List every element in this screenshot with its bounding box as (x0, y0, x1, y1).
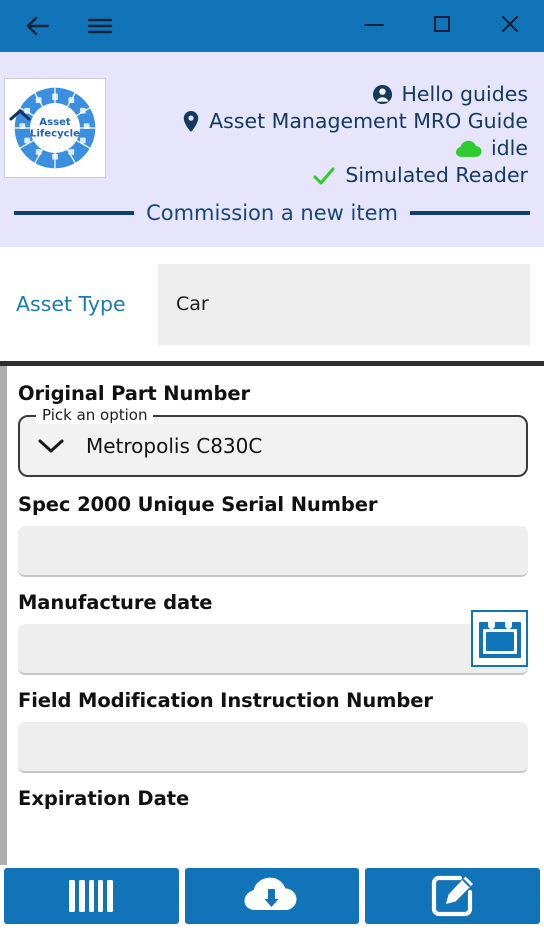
back-button[interactable] (12, 4, 64, 48)
header-location-text: Asset Management MRO Guide (209, 109, 528, 133)
field-label: Expiration Date (18, 787, 190, 810)
edit-square-icon (430, 874, 476, 918)
header-status-line: idle (455, 136, 528, 161)
field-modification-instruction-number: Field Modification Instruction Number (18, 689, 528, 773)
section-rule-left (14, 211, 135, 215)
window-controls (340, 0, 544, 52)
calendar-icon (477, 616, 523, 662)
field-label: Original Part Number (18, 382, 251, 405)
user-account-icon (372, 84, 393, 105)
hamburger-menu-icon (86, 15, 114, 37)
titlebar-left-controls (0, 4, 126, 48)
maximize-button[interactable] (408, 0, 476, 52)
header-status-text: idle (490, 136, 528, 160)
field-original-part-number: Original Part Number Pick an option Metr… (18, 382, 528, 477)
app-header: Asset Lifecycle Hello guides Asset Manag… (0, 52, 544, 247)
form-scrollbar[interactable] (0, 366, 7, 865)
close-button[interactable] (476, 0, 544, 52)
barcode-icon (63, 877, 119, 915)
logo-line2: Lifecycle (30, 129, 80, 140)
barcode-scan-button[interactable] (4, 868, 179, 924)
form-scrollbar-thumb[interactable] (0, 366, 7, 865)
maximize-icon (432, 14, 452, 38)
close-icon (499, 13, 521, 39)
header-location-line: Asset Management MRO Guide (182, 109, 528, 134)
map-pin-icon (182, 110, 200, 133)
header-row: Asset Lifecycle Hello guides Asset Manag… (0, 52, 544, 212)
header-reader-text: Simulated Reader (345, 163, 528, 187)
arrow-left-icon (25, 15, 51, 37)
field-label: Field Modification Instruction Number (18, 689, 433, 712)
asset-type-row: Asset Type Car (0, 247, 544, 366)
asset-lifecycle-logo: Asset Lifecycle (4, 78, 106, 178)
check-icon (312, 166, 336, 186)
field-manufacture-date: Manufacture date (18, 591, 528, 675)
field-expiration-date: Expiration Date (18, 787, 528, 810)
section-title-bar: Commission a new item (0, 201, 544, 225)
asset-type-value[interactable]: Car (158, 263, 530, 345)
window-titlebar (0, 0, 544, 52)
select-legend: Pick an option (36, 406, 154, 424)
app-window: Asset Lifecycle Hello guides Asset Manag… (0, 0, 544, 931)
form-scroll-area: Original Part Number Pick an option Metr… (0, 366, 544, 865)
cloud-download-button[interactable] (184, 868, 360, 924)
select-value: Metropolis C830C (86, 434, 263, 458)
header-user-text: Hello guides (401, 82, 528, 106)
header-user-line: Hello guides (372, 82, 528, 107)
field-label: Spec 2000 Unique Serial Number (18, 493, 378, 516)
header-reader-line: Simulated Reader (312, 163, 528, 188)
field-modification-instruction-number-input[interactable] (18, 722, 528, 773)
field-spec2000-serial-number: Spec 2000 Unique Serial Number (18, 493, 528, 577)
cloud-icon (455, 140, 482, 158)
manufacture-date-wrapper (18, 610, 528, 675)
manufacture-date-input[interactable] (18, 624, 528, 675)
minimize-icon (363, 17, 385, 36)
page-title: Commission a new item (146, 201, 398, 225)
section-rule-right (409, 211, 531, 215)
menu-button[interactable] (74, 4, 126, 48)
manufacture-date-picker-button[interactable] (471, 610, 528, 667)
original-part-number-select[interactable]: Pick an option Metropolis C830C (18, 406, 528, 477)
spec2000-serial-number-input[interactable] (18, 526, 528, 577)
asset-lifecycle-logo-svg: Asset Lifecycle (14, 87, 96, 169)
cloud-download-icon (244, 876, 300, 916)
logo-line1: Asset (39, 117, 71, 128)
chevron-up-icon (7, 106, 33, 128)
asset-type-label: Asset Type (16, 292, 126, 316)
chevron-down-icon (34, 435, 68, 457)
manual-entry-button[interactable] (365, 868, 541, 924)
bottom-toolbar (0, 865, 544, 931)
minimize-button[interactable] (340, 0, 408, 52)
field-label: Manufacture date (18, 591, 213, 614)
collapse-header-button[interactable] (6, 106, 34, 128)
header-info: Hello guides Asset Management MRO Guide (106, 78, 528, 188)
